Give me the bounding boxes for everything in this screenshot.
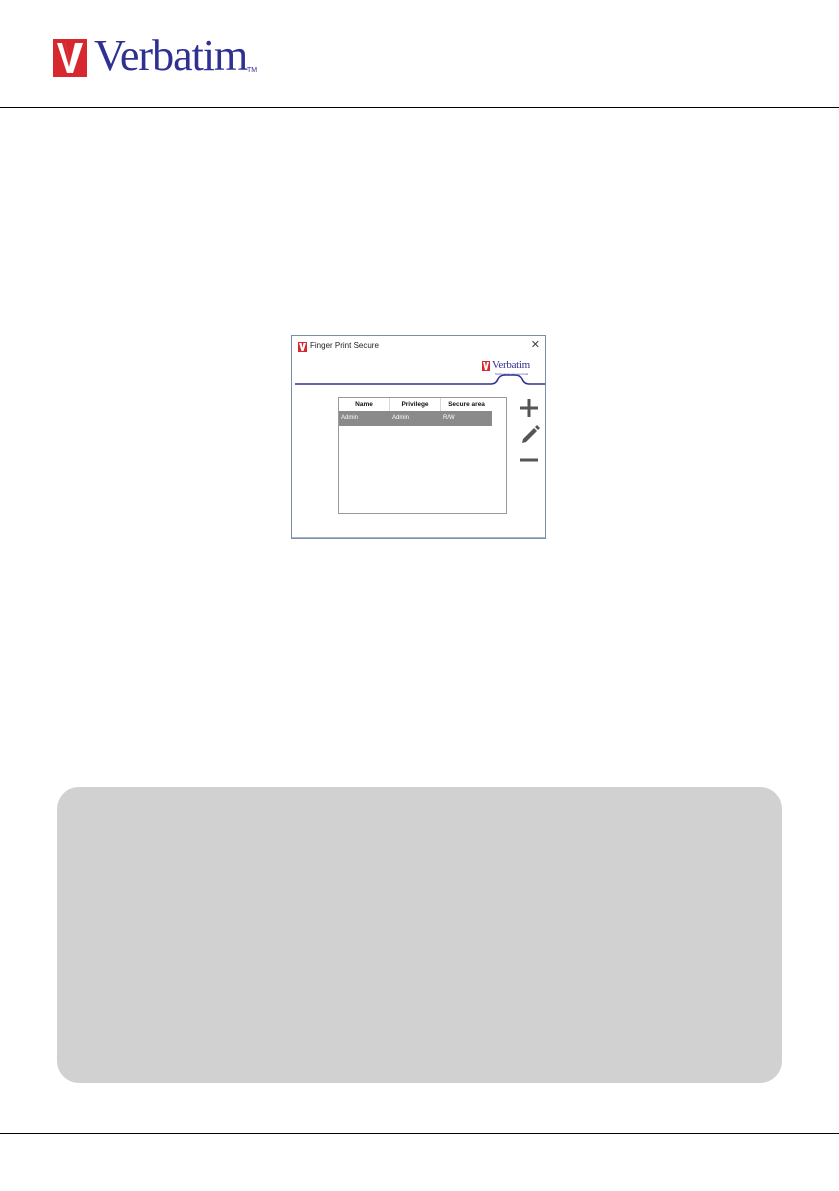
column-header-secure-area[interactable]: Secure area: [441, 398, 492, 411]
plus-icon[interactable]: [518, 397, 540, 419]
verbatim-logo: Verbatim TM: [53, 34, 257, 78]
title-bar: Finger Print Secure ✕: [292, 336, 545, 356]
dialog-brand: Verbatim: [492, 359, 530, 371]
brand-name: Verbatim: [94, 31, 248, 80]
cell-name: Admin: [341, 415, 359, 421]
column-header-privilege[interactable]: Privilege: [390, 398, 441, 411]
user-table: Name Privilege Secure area Admin Admin R…: [338, 397, 507, 514]
window-title: Finger Print Secure: [310, 341, 379, 350]
close-button[interactable]: ✕: [531, 339, 540, 351]
table-row[interactable]: Admin Admin R/W: [339, 411, 492, 426]
table-header: Name Privilege Secure area: [339, 398, 506, 411]
header-rule: [0, 107, 839, 108]
column-header-name[interactable]: Name: [339, 398, 390, 411]
verbatim-v-icon: [482, 361, 490, 371]
finger-print-secure-window: Finger Print Secure ✕ Verbatim Technolog…: [291, 335, 546, 539]
cell-privilege: Admin: [392, 415, 410, 421]
note-box: [57, 787, 782, 1083]
cell-secure-area: R/W: [443, 415, 455, 421]
pencil-icon[interactable]: [520, 422, 542, 444]
verbatim-v-icon: [53, 39, 87, 77]
footer-rule: [0, 1133, 839, 1134]
app-icon: [298, 342, 307, 352]
window-bottom-border: [292, 537, 545, 538]
trademark: TM: [247, 67, 258, 74]
header-wave: [295, 374, 545, 385]
minus-icon[interactable]: [518, 449, 540, 471]
